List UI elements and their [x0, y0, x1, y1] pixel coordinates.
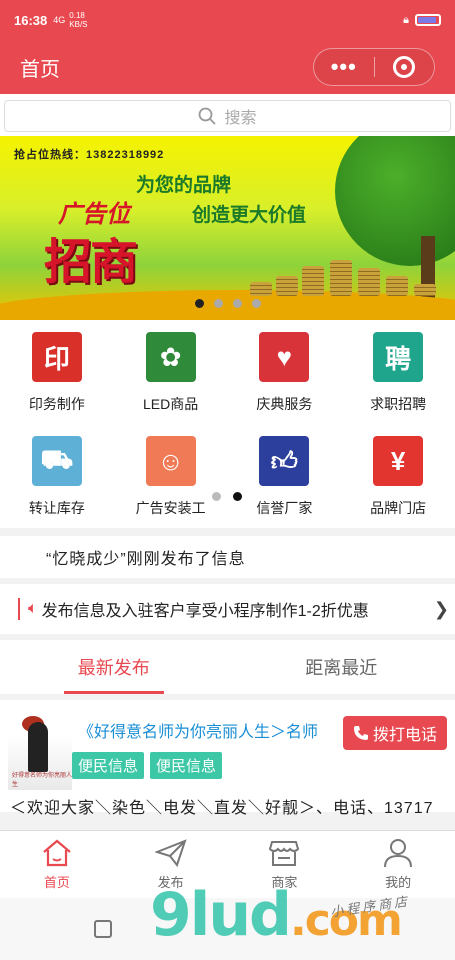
banner-hotline: 抢占位热线：13822318992 — [14, 149, 165, 161]
category-label: 品牌门店 — [370, 500, 427, 516]
carousel-dot[interactable] — [194, 299, 204, 308]
title-bar: 首页 ••• — [0, 40, 455, 94]
tab-latest[interactable]: 最新发布 — [0, 640, 228, 694]
page-dot[interactable] — [212, 492, 221, 501]
page-dot[interactable] — [233, 492, 242, 501]
lock-icon: 🔒︎ — [403, 13, 409, 26]
category-item-reputable[interactable]: 👍︎ 信誉厂家 — [228, 436, 342, 520]
category-grid: 印 印务制作 ✿ LED商品 ♥ 庆典服务 聘 求职招聘 ⛟ 转让库存 ☺ 广告… — [0, 320, 455, 528]
call-button-label: 拨打电话 — [372, 727, 437, 744]
category-page-indicators — [212, 492, 242, 501]
thumbs-up-icon: 👍︎ — [259, 436, 310, 486]
banner-slogan-line1: 为您的品牌 — [136, 175, 232, 196]
category-label: 转让库存 — [28, 500, 85, 516]
post-tags: 便民信息 便民信息 — [72, 752, 223, 779]
promo-accent — [18, 598, 20, 620]
worker-icon: ☺ — [145, 436, 196, 486]
network-speed: 0.18 KB/S — [69, 11, 87, 29]
carousel-indicators — [0, 299, 455, 308]
page-title: 首页 — [20, 58, 60, 81]
tab-nearest[interactable]: 距离最近 — [228, 640, 455, 694]
coin-stack — [302, 266, 324, 296]
miniprogram-capsule: ••• — [313, 48, 435, 86]
coin-stack — [276, 276, 298, 296]
post-card[interactable]: 好得意名师为你亮丽人生 《好得意名师为你亮丽人生＞名师 便民信息 便民信息 拨打… — [0, 700, 455, 817]
category-item-led[interactable]: ✿ LED商品 — [114, 332, 228, 436]
carousel-dot[interactable] — [213, 299, 223, 308]
post-tag: 便民信息 — [72, 752, 145, 779]
category-label: 印务制作 — [28, 396, 85, 412]
coin-stacks-graphic — [250, 256, 450, 296]
led-bulb-icon: ✿ — [145, 332, 196, 382]
speaker-icon: 🔈︎ — [28, 600, 38, 617]
post-description: ＜欢迎大家＼染色＼电发＼直发＼好靓＞、电话、13717 — [10, 800, 434, 817]
battery-icon — [415, 14, 441, 26]
category-item-celebration[interactable]: ♥ 庆典服务 — [228, 332, 342, 436]
category-label: 求职招聘 — [370, 396, 427, 412]
network-speed-unit: KB/S — [69, 20, 88, 29]
post-title[interactable]: 《好得意名师为你亮丽人生＞名师 — [78, 718, 318, 742]
coin-stack — [386, 276, 408, 296]
network-speed-value: 0.18 — [69, 11, 85, 20]
coin-stack — [358, 268, 380, 296]
more-button[interactable]: ••• — [314, 56, 374, 78]
category-item-installer[interactable]: ☺ 广告安装工 — [114, 436, 228, 520]
search-bar[interactable]: 搜索 — [4, 100, 451, 132]
promo-bar[interactable]: 🔈︎ 发布信息及入驻客户享受小程序制作1-2折优惠 ❯ — [0, 584, 455, 634]
phone-icon — [353, 726, 368, 740]
category-item-store[interactable]: ¥ 品牌门店 — [341, 436, 455, 520]
post-avatar: 好得意名师为你亮丽人生 — [8, 712, 72, 790]
category-label: 信誉厂家 — [256, 500, 313, 516]
category-item-recruit[interactable]: 聘 求职招聘 — [341, 332, 455, 436]
banner-carousel[interactable]: 抢占位热线：13822318992 为您的品牌 创造更大价值 广告位 招商 — [0, 136, 455, 320]
search-placeholder: 搜索 — [224, 110, 257, 127]
nav-home[interactable]: 首页 — [0, 831, 114, 898]
post-tag: 便民信息 — [150, 752, 223, 779]
carousel-dot[interactable] — [232, 299, 242, 308]
status-bar: 16:38 4G 0.18 KB/S 🔒︎ — [0, 0, 455, 40]
target-icon — [393, 56, 416, 78]
category-label: 庆典服务 — [256, 396, 313, 412]
coin-stack — [414, 284, 436, 296]
recent-apps-icon[interactable] — [94, 920, 112, 938]
close-miniprogram-button[interactable] — [375, 56, 435, 78]
promo-text: 发布信息及入驻客户享受小程序制作1-2折优惠 — [41, 603, 369, 620]
home-icon — [43, 839, 71, 867]
celebration-arch-icon: ♥ — [259, 332, 310, 382]
print-icon: 印 — [31, 332, 82, 382]
category-label: LED商品 — [143, 396, 199, 412]
avatar-figure — [28, 722, 48, 772]
activity-notice: “忆晓成少”刚刚发布了信息 — [0, 536, 455, 578]
status-time: 16:38 — [14, 12, 48, 28]
chevron-right-icon: ❯ — [433, 598, 449, 619]
shop-icon — [269, 841, 300, 866]
call-button[interactable]: 拨打电话 — [342, 716, 447, 750]
user-icon — [384, 839, 413, 868]
category-item-print[interactable]: 印 印务制作 — [0, 332, 114, 436]
search-section: 搜索 — [0, 94, 455, 136]
signal-indicator: 4G — [53, 15, 66, 25]
category-label: 广告安装工 — [135, 500, 206, 516]
banner-slogan-line2: 创造更大价值 — [192, 205, 307, 226]
category-item-stock[interactable]: ⛟ 转让库存 — [0, 436, 114, 520]
store-icon: ¥ — [373, 436, 424, 486]
tree-graphic — [335, 136, 455, 266]
notice-text: “忆晓成少”刚刚发布了信息 — [46, 551, 246, 568]
app-header: 16:38 4G 0.18 KB/S 🔒︎ 首页 ••• — [0, 0, 455, 94]
search-icon — [199, 107, 217, 125]
avatar-caption: 好得意名师为你亮丽人生 — [12, 773, 73, 788]
coin-stack — [330, 260, 352, 296]
paper-plane-icon — [154, 839, 187, 868]
watermark-main: 9lud — [150, 880, 292, 950]
carousel-dot[interactable] — [251, 299, 261, 308]
recruit-icon: 聘 — [373, 332, 424, 382]
banner-title-big: 招商 — [44, 236, 138, 289]
status-right: 🔒︎ — [403, 14, 441, 27]
feed-tabs: 最新发布 距离最近 — [0, 640, 455, 694]
nav-home-label: 首页 — [43, 875, 70, 890]
coin-stack — [250, 282, 272, 296]
cart-icon: ⛟ — [31, 436, 82, 486]
